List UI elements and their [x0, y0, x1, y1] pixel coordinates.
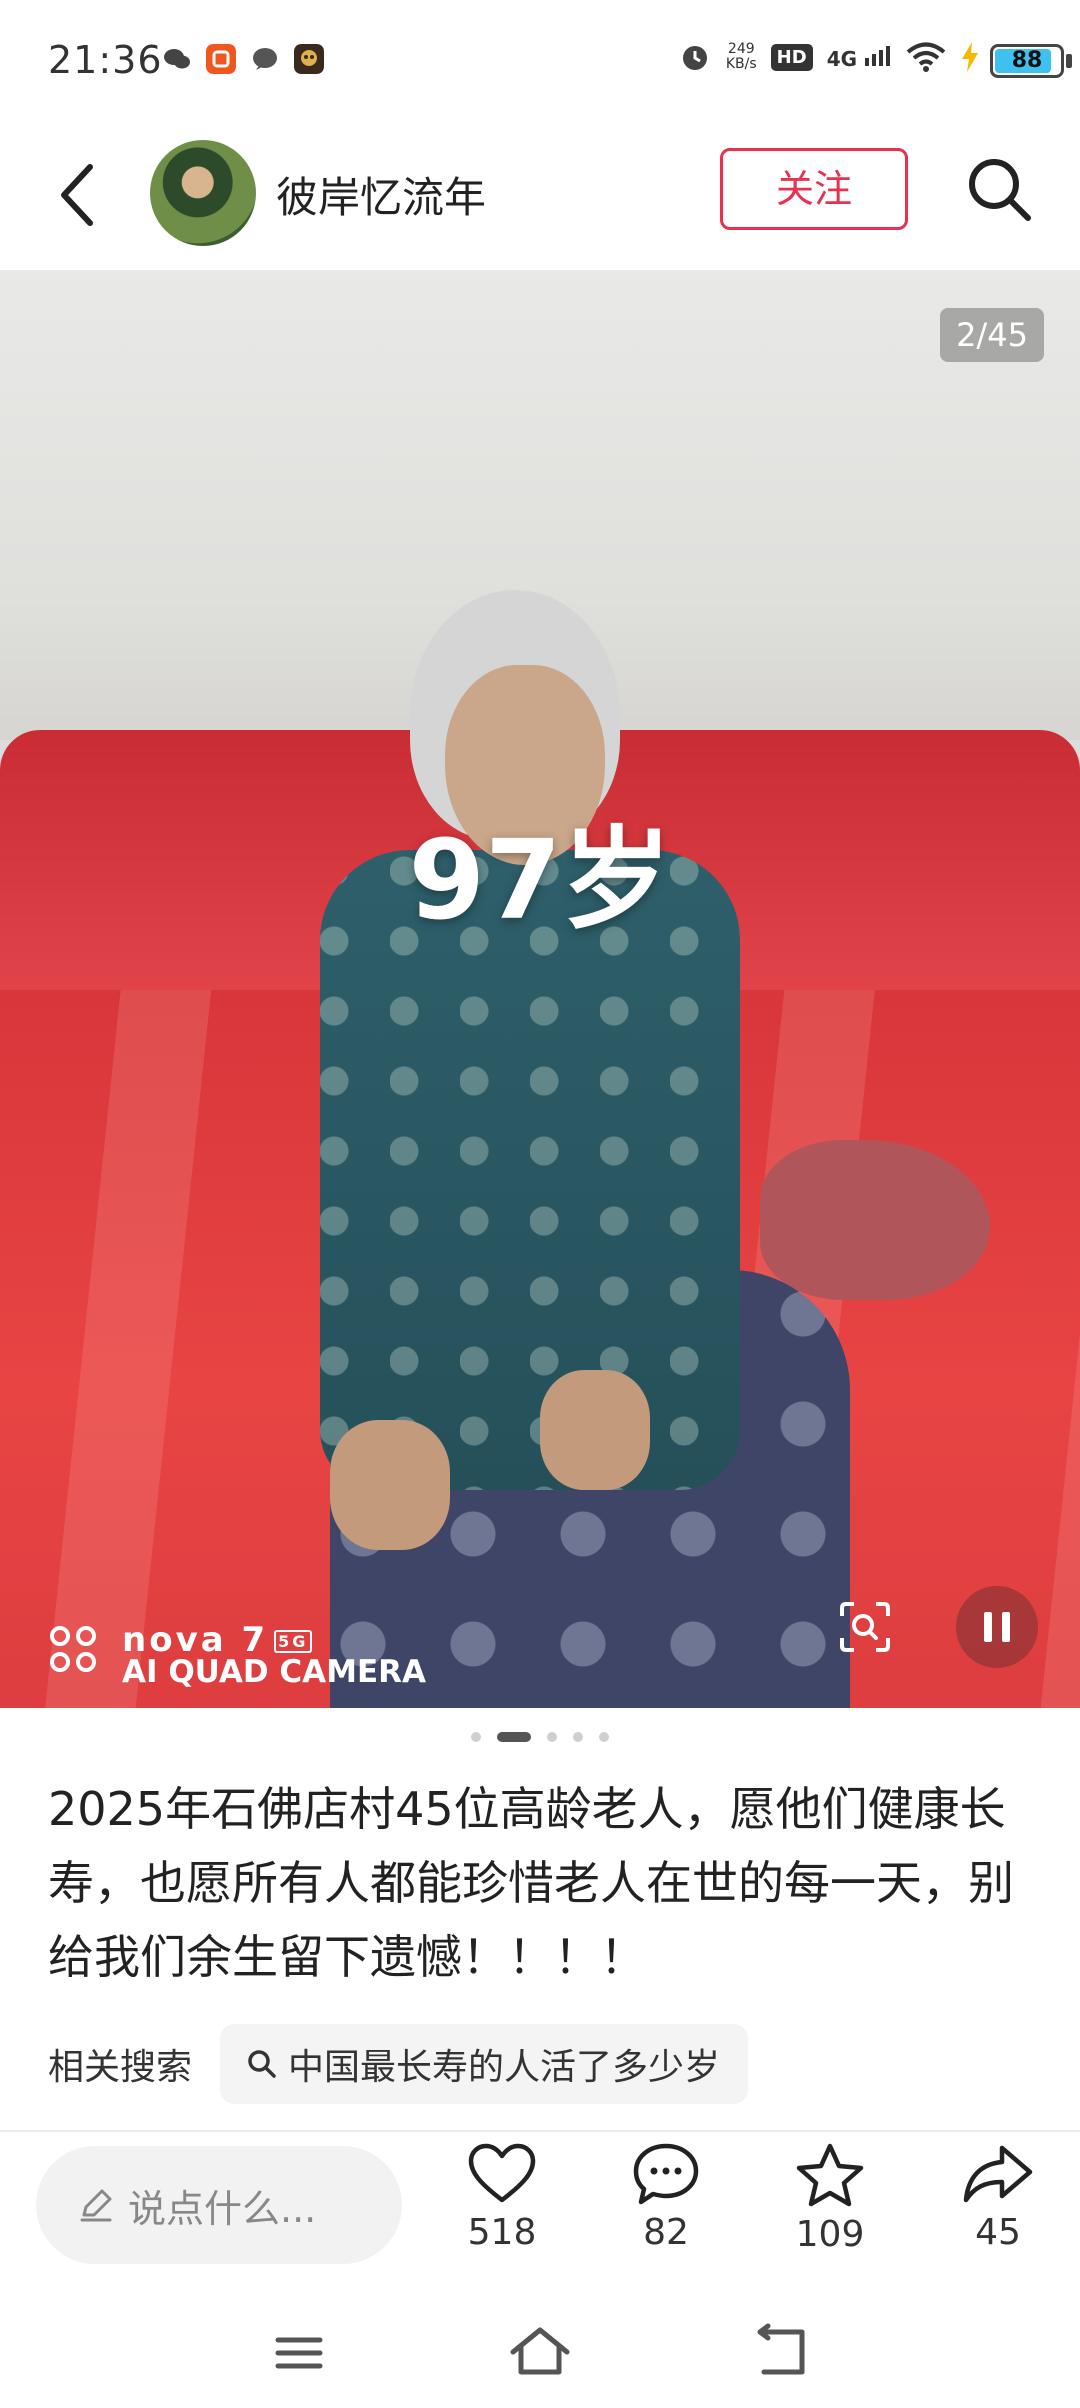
share-icon [963, 2145, 1033, 2203]
home-icon[interactable] [505, 2318, 575, 2388]
search-icon [248, 2050, 276, 2078]
search-icon[interactable] [960, 150, 1040, 230]
menu-icon[interactable] [264, 2318, 334, 2388]
author-avatar[interactable] [150, 140, 256, 246]
carousel-dot [573, 1732, 583, 1742]
divider [0, 2130, 1080, 2132]
comment-count: 82 [643, 2212, 689, 2253]
like-count: 518 [467, 2212, 537, 2253]
post-image[interactable]: 97岁 2/45 nova 7 5G AI QUAD CAMERA [0, 270, 1080, 1708]
camera-dots-icon [50, 1626, 106, 1682]
comment-input[interactable]: 说点什么... [36, 2146, 402, 2264]
camera-5g-badge: 5G [274, 1630, 313, 1653]
back-icon[interactable] [50, 155, 110, 235]
related-search: 相关搜索 中国最长寿的人活了多少岁 [48, 2024, 749, 2104]
pause-button[interactable] [956, 1586, 1038, 1668]
back-nav-icon[interactable] [746, 2318, 816, 2388]
image-page-counter: 2/45 [940, 308, 1044, 362]
carousel-dot [471, 1732, 481, 1742]
star-icon [796, 2143, 864, 2207]
battery-indicator: 88 [990, 44, 1064, 78]
favorite-count: 109 [795, 2214, 865, 2255]
pause-icon-bar [1002, 1612, 1010, 1642]
game-icon [294, 44, 324, 74]
related-search-query: 中国最长寿的人活了多少岁 [288, 2047, 721, 2088]
wechat-icon [164, 49, 190, 69]
post-header: 彼岸忆流年 关注 [0, 120, 1080, 270]
comment-placeholder: 说点什么... [128, 2186, 317, 2231]
pause-icon [984, 1612, 992, 1642]
system-nav-bar [0, 2300, 1080, 2408]
message-icon [253, 48, 277, 70]
related-search-chip[interactable]: 中国最长寿的人活了多少岁 [220, 2024, 749, 2104]
heart-icon [468, 2143, 536, 2203]
carousel-dot [599, 1732, 609, 1742]
share-count: 45 [975, 2212, 1021, 2253]
photo-person-hand [540, 1370, 650, 1490]
carousel-indicator [0, 1732, 1080, 1742]
hd-badge: HD [770, 43, 813, 71]
related-search-label: 相关搜索 [48, 2047, 193, 2088]
camera-tagline: AI QUAD CAMERA [122, 1654, 427, 1690]
carousel-dot [547, 1732, 557, 1742]
battery-level: 88 [1011, 48, 1043, 73]
image-overlay-text: 97岁 [408, 816, 672, 944]
wifi-icon [906, 42, 946, 72]
charging-icon [962, 42, 978, 72]
like-button[interactable]: 518 [442, 2142, 562, 2253]
pencil-icon [80, 2189, 112, 2222]
notification-icons [162, 44, 324, 74]
favorite-button[interactable]: 109 [770, 2142, 890, 2255]
carousel-dot [497, 1732, 531, 1742]
comment-button[interactable]: 82 [606, 2142, 726, 2253]
share-button[interactable]: 45 [938, 2142, 1058, 2253]
status-time: 21:36 [48, 38, 163, 82]
status-right: 249 KB/s HD 4G [678, 40, 980, 74]
post-caption: 2025年石佛店村45位高龄老人，愿他们健康长寿，也愿所有人都能珍惜老人在世的每… [48, 1782, 1014, 1984]
battery-cap [1066, 54, 1072, 68]
signal-icon [865, 45, 890, 66]
photo-person-hand [330, 1420, 450, 1550]
author-name[interactable]: 彼岸忆流年 [276, 164, 486, 225]
follow-button[interactable]: 关注 [720, 148, 908, 230]
network-label: 4G [826, 46, 858, 71]
scan-image-icon[interactable] [838, 1600, 892, 1654]
net-speed-value: 249 [727, 41, 755, 57]
taobao-icon [206, 44, 236, 74]
comment-icon [633, 2143, 699, 2205]
net-speed: 249 KB/s [726, 42, 757, 72]
network-type: 4G [827, 44, 892, 71]
net-speed-unit: KB/s [725, 56, 757, 72]
status-bar: 21:36 249 KB/s HD 4G 88 [0, 0, 1080, 120]
alarm-icon [682, 46, 707, 70]
